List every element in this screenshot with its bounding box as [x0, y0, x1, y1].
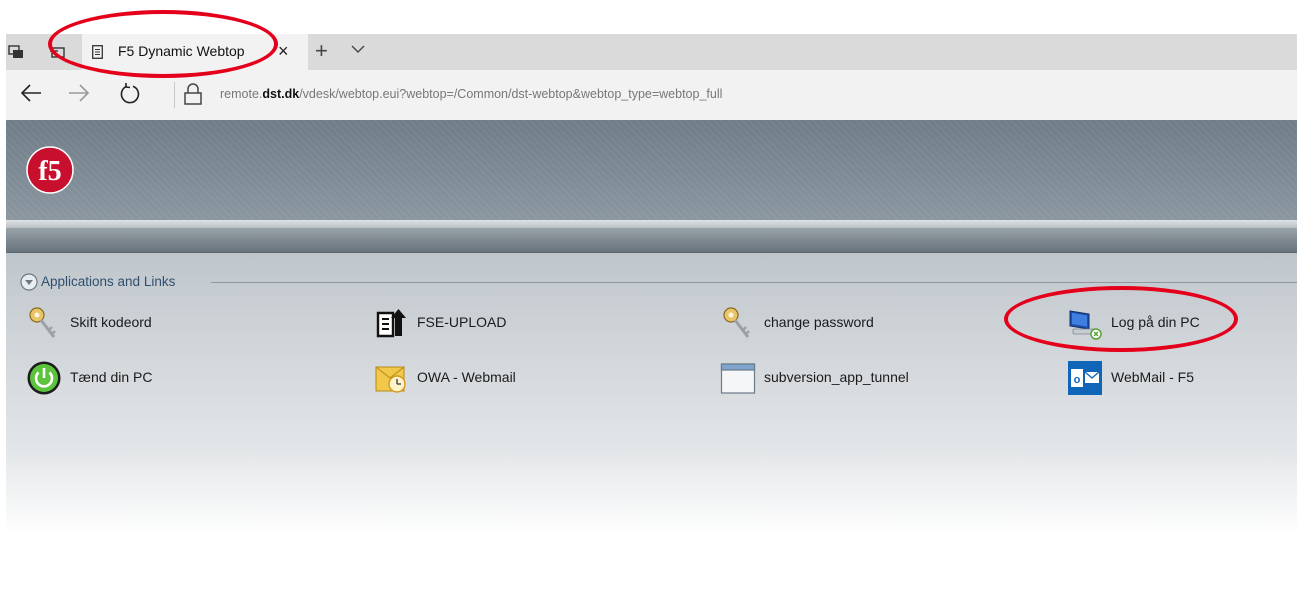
- webtop-banner: f5: [6, 120, 1297, 220]
- refresh-icon[interactable]: [118, 82, 142, 106]
- app-label: Log på din PC: [1111, 314, 1200, 330]
- section-applications-and-links[interactable]: Applications and Links: [20, 273, 1297, 291]
- outlook-icon: o: [1068, 361, 1102, 395]
- remote-desktop-icon: [1069, 310, 1102, 340]
- new-tab-button[interactable]: +: [315, 40, 328, 62]
- power-icon: [27, 361, 61, 395]
- url-prefix: remote.: [220, 87, 263, 101]
- mail-clock-icon: [375, 366, 406, 393]
- window-icon: [720, 363, 756, 394]
- set-aside-tabs-icon[interactable]: [50, 45, 66, 59]
- app-label: change password: [764, 314, 874, 330]
- f5-logo: f5: [26, 146, 74, 194]
- close-tab-icon[interactable]: ×: [278, 41, 289, 61]
- app-label: WebMail - F5: [1111, 369, 1194, 385]
- key-icon: [723, 307, 750, 338]
- tab-f5-dynamic-webtop[interactable]: F5 Dynamic Webtop ×: [82, 34, 308, 70]
- banner-divider: [6, 220, 1297, 228]
- page-icon: [92, 45, 103, 59]
- key-icon: [29, 307, 56, 338]
- tab-strip: F5 Dynamic Webtop × +: [6, 34, 1297, 70]
- app-label: OWA - Webmail: [417, 369, 516, 385]
- url-path: /vdesk/webtop.eui?webtop=/Common/dst-web…: [299, 87, 723, 101]
- svg-text:f5: f5: [38, 156, 61, 187]
- section-title: Applications and Links: [41, 274, 176, 289]
- address-separator: [174, 82, 175, 108]
- app-label: Tænd din PC: [70, 369, 153, 385]
- collapse-toggle-icon[interactable]: [20, 273, 38, 291]
- svg-text:o: o: [1074, 374, 1081, 386]
- webtop-content: Applications and Links Skift kodeord FSE…: [6, 253, 1297, 535]
- upload-icon: [376, 309, 406, 338]
- app-label: subversion_app_tunnel: [764, 369, 909, 385]
- url-domain: dst.dk: [262, 87, 300, 101]
- app-label: Skift kodeord: [70, 314, 152, 330]
- address-bar: remote.dst.dk/vdesk/webtop.eui?webtop=/C…: [6, 70, 1297, 120]
- tab-preview-icon[interactable]: [8, 45, 24, 59]
- toolbar-band: [6, 228, 1297, 253]
- section-rule: [211, 282, 1297, 283]
- tab-title: F5 Dynamic Webtop: [118, 43, 245, 59]
- back-arrow-icon[interactable]: [20, 82, 42, 104]
- lock-icon[interactable]: [183, 83, 203, 105]
- url-field[interactable]: remote.dst.dk/vdesk/webtop.eui?webtop=/C…: [220, 87, 722, 101]
- chevron-down-icon[interactable]: [351, 44, 365, 54]
- app-label: FSE-UPLOAD: [417, 314, 507, 330]
- forward-arrow-icon[interactable]: [68, 82, 90, 104]
